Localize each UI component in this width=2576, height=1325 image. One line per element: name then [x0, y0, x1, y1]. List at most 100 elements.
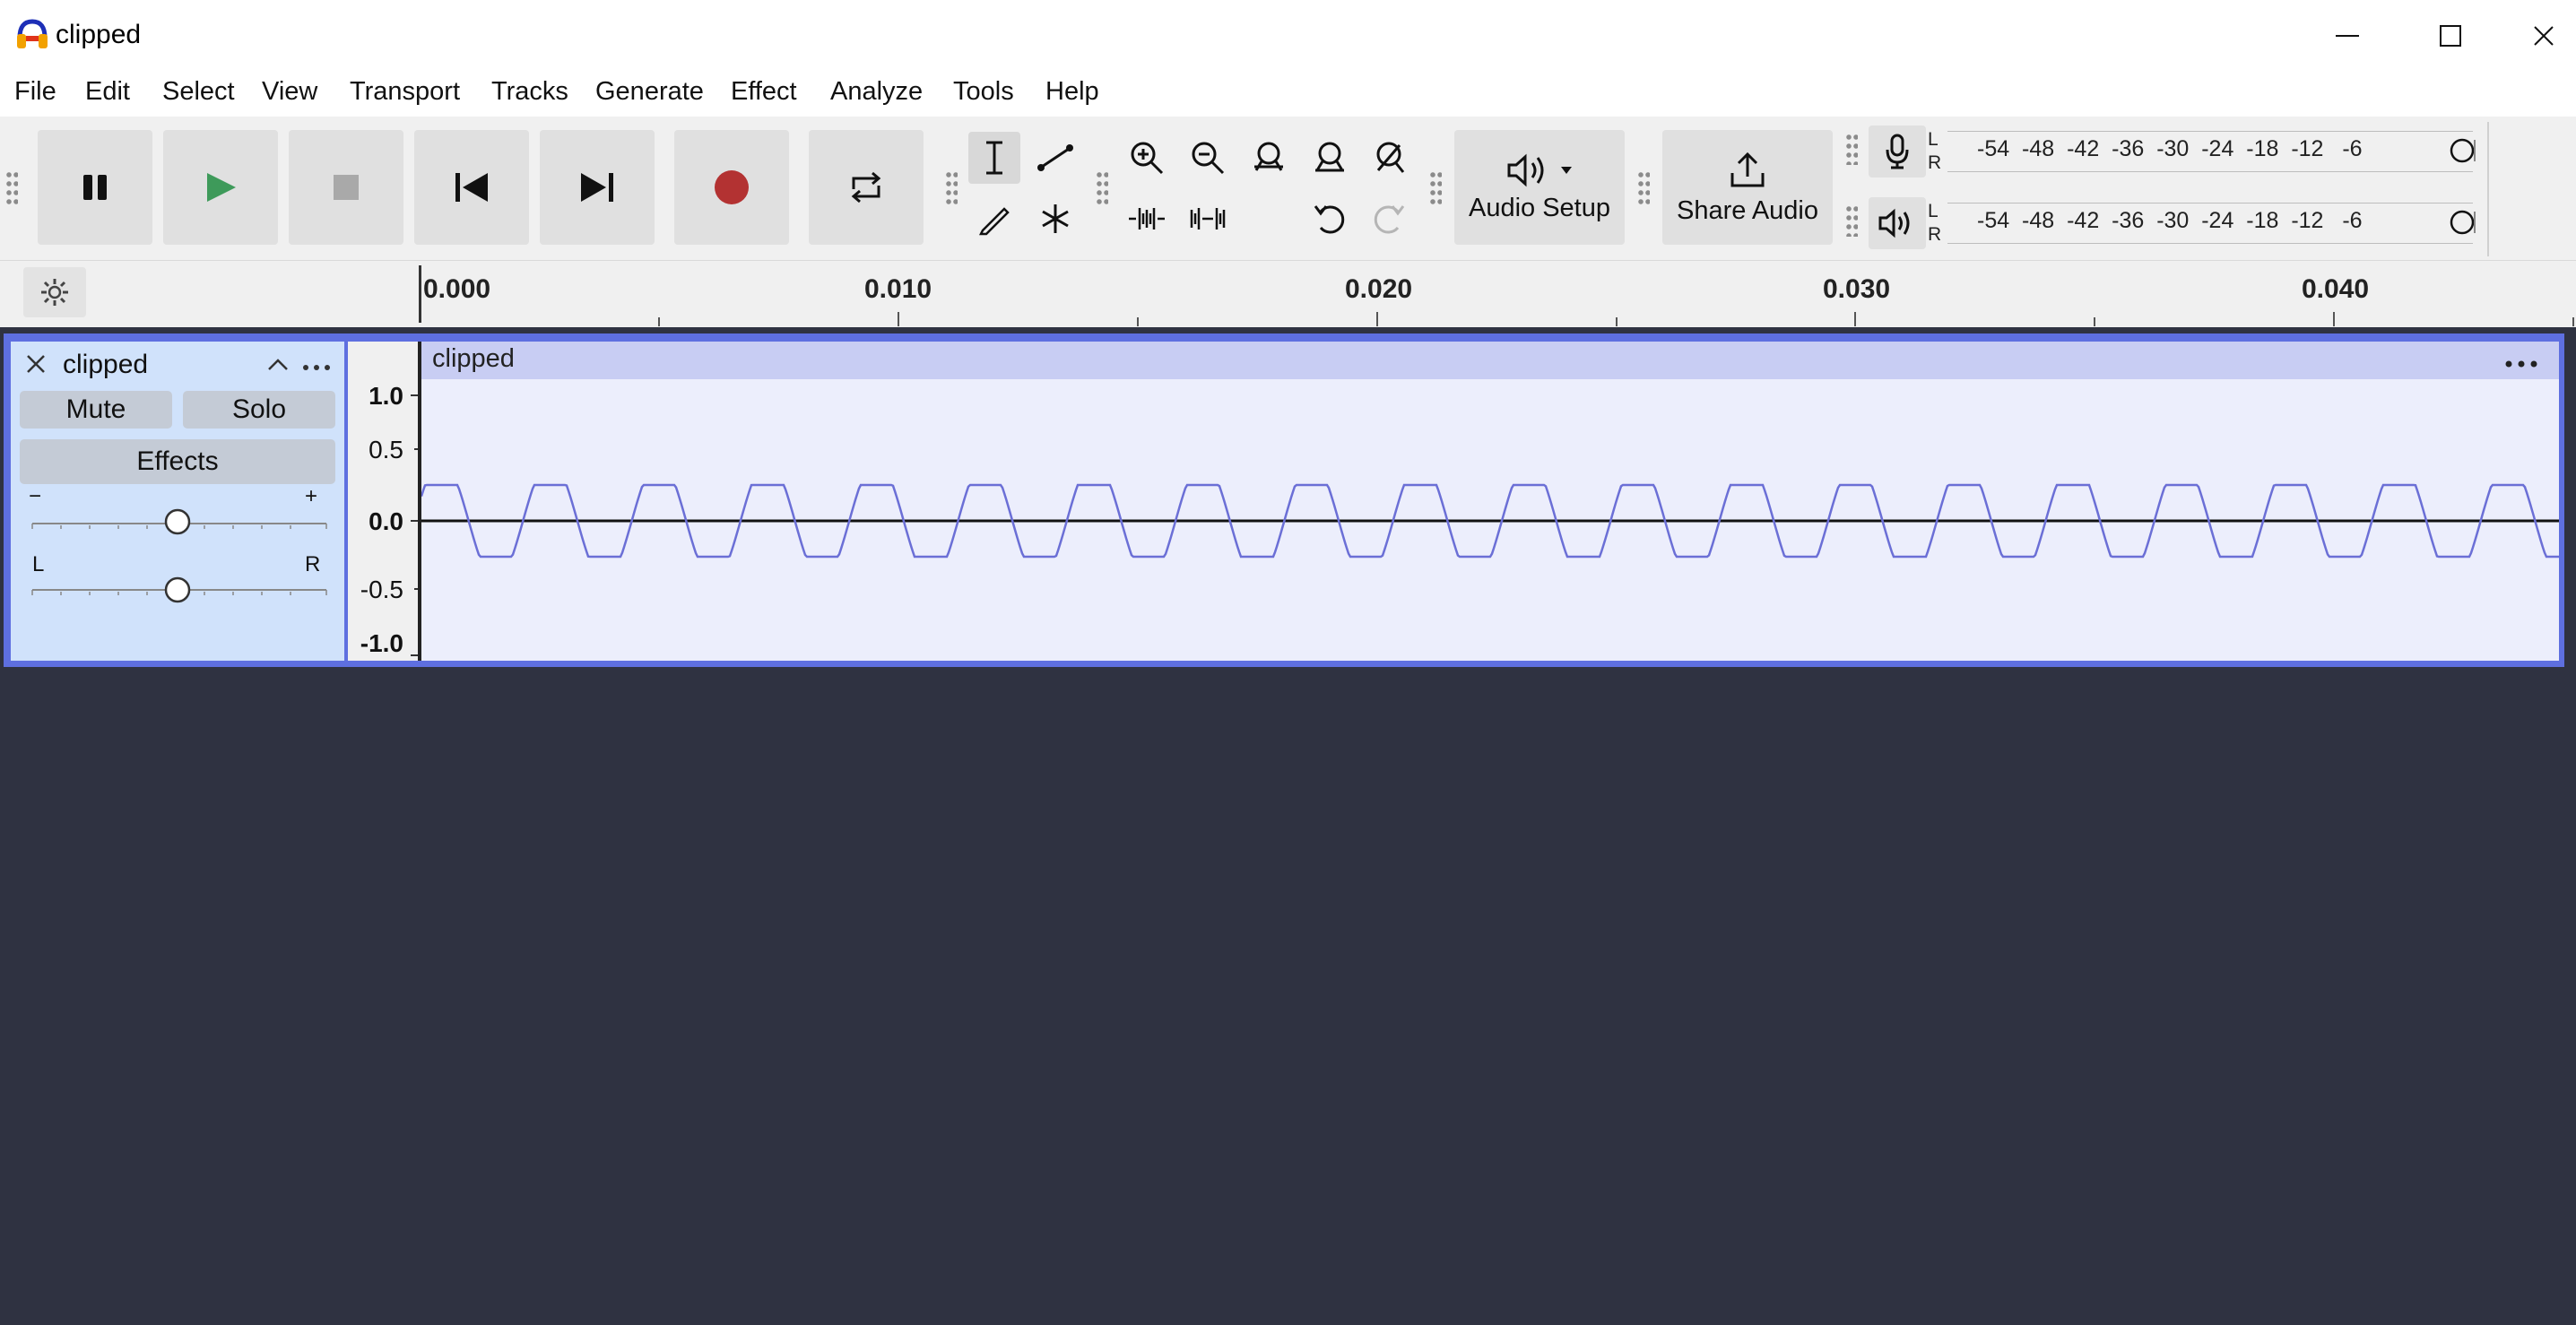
- menu-tracks[interactable]: Tracks: [491, 77, 568, 107]
- share-audio-label: Share Audio: [1676, 195, 1818, 225]
- close-window-button[interactable]: [2511, 0, 2576, 72]
- transport-toolbar-grip[interactable]: [5, 170, 18, 206]
- playback-meter-grip[interactable]: [1845, 204, 1858, 237]
- toolbar-divider: [2487, 122, 2489, 256]
- menu-generate[interactable]: Generate: [595, 77, 704, 107]
- effects-button[interactable]: Effects: [20, 439, 335, 484]
- speaker-meter-icon: [1878, 208, 1910, 238]
- clip-header[interactable]: [421, 342, 2559, 379]
- upload-icon: [1730, 152, 1765, 186]
- skip-to-end-button[interactable]: [540, 130, 655, 245]
- gain-slider[interactable]: [27, 504, 332, 540]
- maximize-button[interactable]: [2401, 0, 2500, 72]
- zoom-out-icon: [1192, 142, 1225, 175]
- mute-button[interactable]: Mute: [20, 391, 172, 429]
- stop-button[interactable]: [289, 130, 403, 245]
- ruler-label-1: 0.010: [864, 274, 932, 304]
- clip-menu-icon[interactable]: [2503, 357, 2539, 373]
- play-button[interactable]: [163, 130, 278, 245]
- selection-tool-button[interactable]: [968, 132, 1020, 184]
- trim-audio-button[interactable]: [1121, 193, 1173, 245]
- envelope-icon: [1037, 144, 1073, 171]
- ruler-label-3: 0.030: [1823, 274, 1891, 304]
- menu-select[interactable]: Select: [162, 77, 235, 107]
- record-meter-left-label: L: [1928, 129, 1939, 150]
- dropdown-arrow-icon: [1561, 166, 1572, 174]
- minimize-button[interactable]: [2298, 0, 2397, 72]
- microphone-icon: [1886, 134, 1909, 169]
- playback-meter-reset-icon[interactable]: [2446, 208, 2482, 241]
- playback-meter-right-label: R: [1928, 224, 1942, 245]
- loop-button[interactable]: [809, 130, 924, 245]
- skip-end-icon: [581, 173, 613, 202]
- redo-icon: [1374, 205, 1405, 234]
- menu-tools[interactable]: Tools: [953, 77, 1014, 107]
- clip-name[interactable]: clipped: [432, 344, 515, 374]
- menu-help[interactable]: Help: [1045, 77, 1099, 107]
- track-name[interactable]: clipped: [63, 350, 148, 380]
- edit-toolbar-grip[interactable]: [1096, 170, 1108, 206]
- vruler-label-half: 0.5: [369, 436, 403, 463]
- pencil-icon: [978, 207, 1010, 236]
- collapse-track-icon[interactable]: [265, 355, 291, 377]
- menu-view[interactable]: View: [262, 77, 317, 107]
- playback-meter-button[interactable]: [1869, 197, 1926, 249]
- pan-slider[interactable]: [27, 570, 332, 606]
- ruler-label-0: 0.000: [423, 274, 491, 304]
- silence-icon: [1190, 208, 1226, 229]
- close-track-icon[interactable]: [23, 351, 48, 381]
- pause-icon: [83, 175, 107, 200]
- silence-audio-button[interactable]: [1182, 193, 1234, 245]
- record-meter-button[interactable]: [1869, 126, 1926, 178]
- draw-tool-button[interactable]: [968, 193, 1020, 245]
- track-control-panel[interactable]: [11, 342, 344, 661]
- zoom-fit-icon: [1315, 142, 1344, 172]
- record-meter-scale: -54 -48 -42 -36 -30 -24 -18 -12 -6: [1977, 136, 2363, 161]
- pause-button[interactable]: [38, 130, 152, 245]
- record-meter-grip[interactable]: [1845, 133, 1858, 165]
- tools-toolbar-grip[interactable]: [945, 170, 958, 206]
- app-logo-icon: [14, 18, 50, 50]
- share-audio-toolbar-grip[interactable]: [1637, 170, 1650, 206]
- menu-analyze[interactable]: Analyze: [830, 77, 923, 107]
- share-audio-button[interactable]: Share Audio: [1662, 130, 1833, 245]
- menu-transport[interactable]: Transport: [350, 77, 460, 107]
- window-title: clipped: [56, 20, 142, 49]
- zoom-selection-icon: [1254, 142, 1283, 171]
- record-button[interactable]: [674, 130, 789, 245]
- ruler-label-2: 0.020: [1345, 274, 1413, 304]
- undo-button[interactable]: [1304, 193, 1356, 245]
- vruler-label-neg-half: -0.5: [360, 576, 403, 603]
- trim-icon: [1129, 208, 1165, 229]
- audio-setup-label: Audio Setup: [1468, 193, 1610, 222]
- asterisk-icon: [1042, 204, 1069, 233]
- record-meter-right-label: R: [1928, 152, 1942, 173]
- vruler-label-zero: 0.0: [369, 507, 403, 535]
- record-icon: [715, 170, 749, 204]
- track-menu-icon[interactable]: [301, 360, 332, 377]
- play-icon: [207, 173, 236, 202]
- menu-file[interactable]: File: [14, 77, 56, 107]
- vruler-label-top: 1.0: [369, 382, 403, 410]
- multi-tool-button[interactable]: [1029, 193, 1081, 245]
- audio-setup-toolbar-grip[interactable]: [1429, 170, 1442, 206]
- waveform: [421, 483, 2559, 559]
- solo-button[interactable]: Solo: [183, 391, 335, 429]
- speaker-icon: [1507, 153, 1544, 186]
- audio-setup-button[interactable]: Audio Setup: [1454, 130, 1625, 245]
- vruler-label-bottom: -1.0: [360, 629, 403, 657]
- zoom-out-button[interactable]: [1182, 132, 1234, 184]
- i-beam-cursor-icon: [986, 141, 1002, 175]
- fit-selection-button[interactable]: [1243, 132, 1295, 184]
- menu-edit[interactable]: Edit: [85, 77, 130, 107]
- record-meter-reset-icon[interactable]: [2446, 136, 2482, 169]
- zoom-in-button[interactable]: [1121, 132, 1173, 184]
- redo-button[interactable]: [1363, 193, 1415, 245]
- title-bar: [0, 0, 2576, 72]
- skip-to-start-button[interactable]: [414, 130, 529, 245]
- fit-project-button[interactable]: [1304, 132, 1356, 184]
- menu-effect[interactable]: Effect: [731, 77, 797, 107]
- skip-start-icon: [455, 173, 488, 202]
- envelope-tool-button[interactable]: [1029, 132, 1081, 184]
- zoom-toggle-button[interactable]: [1363, 132, 1415, 184]
